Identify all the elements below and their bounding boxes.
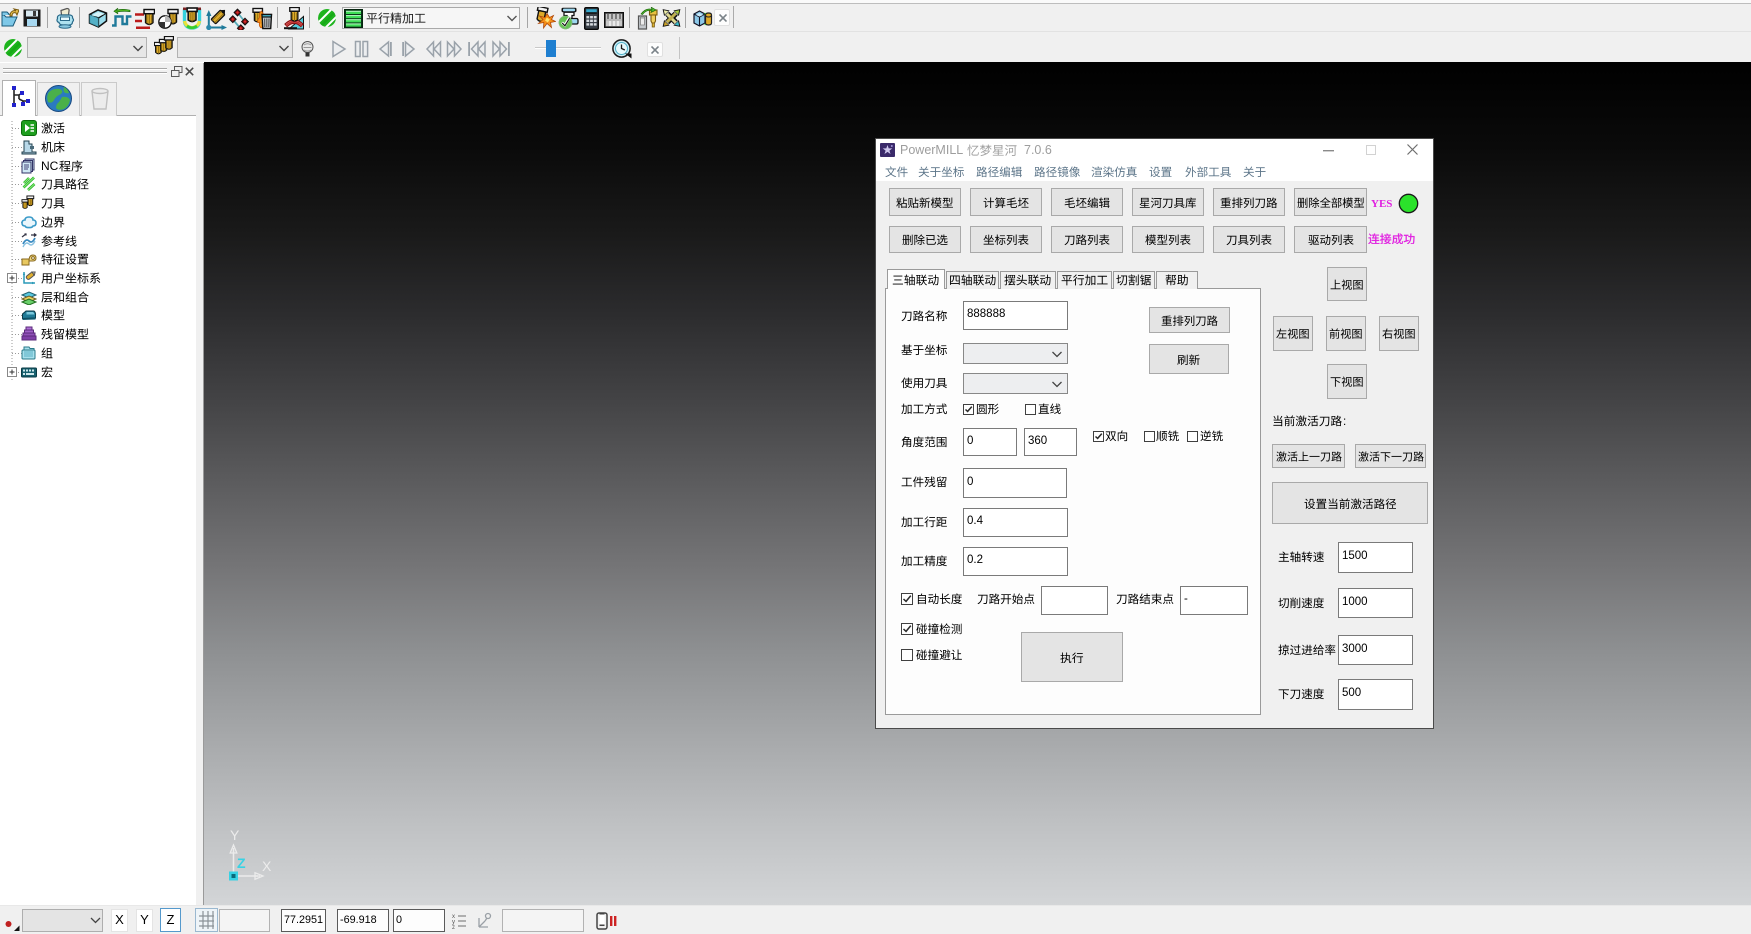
svg-text:z: z <box>452 925 455 929</box>
svg-text:Z: Z <box>237 855 246 871</box>
svg-text:X: X <box>262 858 272 874</box>
svg-text:Y: Y <box>230 827 240 843</box>
